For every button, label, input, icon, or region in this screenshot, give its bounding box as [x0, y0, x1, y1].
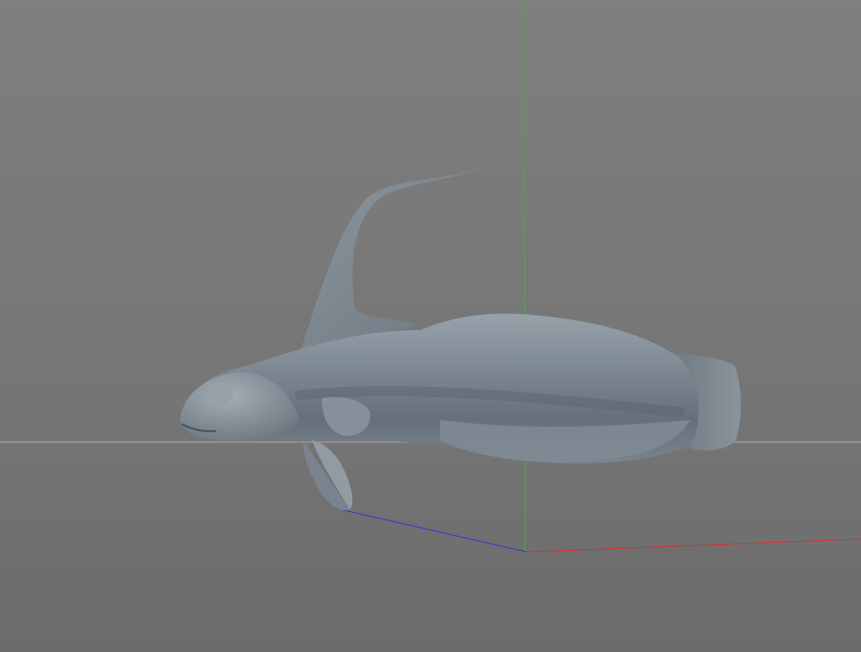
viewport-canvas[interactable] [0, 0, 861, 652]
viewport-background [0, 0, 861, 652]
3d-viewport[interactable] [0, 0, 861, 652]
eye-bump [207, 383, 233, 405]
